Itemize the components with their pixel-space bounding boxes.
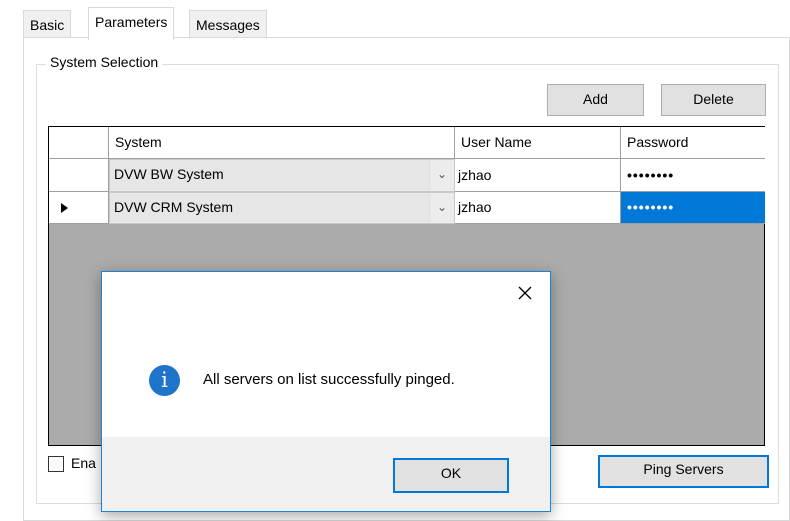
row-header-corner <box>49 127 109 159</box>
tab-messages[interactable]: Messages <box>189 10 267 39</box>
delete-button[interactable]: Delete <box>661 84 766 116</box>
message-dialog: i All servers on list successfully pinge… <box>101 271 551 512</box>
ping-servers-button[interactable]: Ping Servers <box>598 455 769 488</box>
current-row-arrow-icon <box>61 203 68 213</box>
system-combo[interactable]: DVW CRM System ⌄ <box>109 192 455 224</box>
close-icon[interactable] <box>514 282 536 304</box>
add-button[interactable]: Add <box>547 84 644 116</box>
tab-basic[interactable]: Basic <box>23 10 72 39</box>
ok-button[interactable]: OK <box>393 458 509 493</box>
chevron-down-icon[interactable]: ⌄ <box>429 193 454 223</box>
chevron-down-icon[interactable]: ⌄ <box>429 160 454 191</box>
password-cell-selected[interactable]: •••••••• <box>621 192 765 224</box>
group-title: System Selection <box>46 54 163 70</box>
enable-checkbox-label: Ena <box>71 455 96 471</box>
tab-parameters[interactable]: Parameters <box>88 7 175 40</box>
row-header[interactable] <box>49 192 109 224</box>
row-header[interactable] <box>49 159 109 192</box>
info-icon: i <box>149 365 180 396</box>
system-combo-value: DVW BW System <box>114 166 224 182</box>
system-combo-value: DVW CRM System <box>114 199 233 215</box>
system-combo[interactable]: DVW BW System ⌄ <box>109 159 455 192</box>
user-name-cell[interactable]: jzhao <box>455 159 621 192</box>
password-cell[interactable]: •••••••• <box>621 159 765 192</box>
enable-checkbox[interactable] <box>48 456 64 472</box>
column-header-password[interactable]: Password <box>621 127 765 159</box>
column-header-user-name[interactable]: User Name <box>455 127 621 159</box>
dialog-message: All servers on list successfully pinged. <box>203 371 455 388</box>
column-header-system[interactable]: System <box>109 127 455 159</box>
user-name-cell[interactable]: jzhao <box>455 192 621 224</box>
